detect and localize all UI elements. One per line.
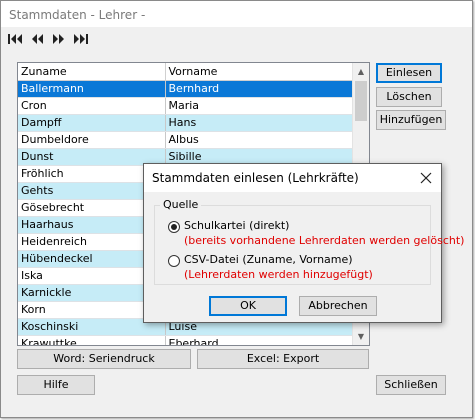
add-button[interactable]: Hinzufügen [376,110,446,130]
surname-cell: Dumbeldore [18,131,166,149]
last-record-icon[interactable] [73,31,89,47]
cancel-button[interactable]: Abbrechen [299,296,377,316]
dialog-title: Stammdaten einlesen (Lehrkräfte) [152,171,359,185]
first-record-icon[interactable] [7,31,23,47]
ok-button[interactable]: OK [209,296,287,316]
scroll-thumb[interactable] [355,81,367,121]
firstname-cell: Albus [165,131,355,149]
radio-csv-file[interactable] [168,255,180,267]
table-row[interactable]: Dumbeldore Albus [18,131,355,149]
firstname-cell: Maria [165,97,355,115]
surname-cell: Dampff [18,114,166,132]
firstname-cell: Bernhard [165,80,355,98]
option-school-register-note: (bereits vorhandene Lehrerdaten werden g… [184,234,465,247]
record-navigation [7,31,89,47]
import-dialog: Stammdaten einlesen (Lehrkräfte) Quelle … [143,163,464,323]
radio-school-register[interactable] [168,221,180,233]
surname-cell: Cron [18,97,166,115]
delete-button[interactable]: Löschen [376,87,442,107]
dialog-title-bar: Stammdaten einlesen (Lehrkräfte) [144,164,441,192]
firstname-cell: Hans [165,114,355,132]
firstname-cell: Eberhard [165,335,355,345]
column-header-surname[interactable]: Zuname [18,63,166,81]
title-bar: Stammdaten - Lehrer - [1,1,472,27]
table-row[interactable]: Dampff Hans [18,114,355,132]
excel-export-button[interactable]: Excel: Export [197,349,369,369]
previous-record-icon[interactable] [29,31,45,47]
option-csv-file-note: (Lehrerdaten werden hinzugefügt) [184,268,373,281]
scroll-up-icon[interactable]: ▲ [353,63,369,80]
help-button[interactable]: Hilfe [17,375,95,395]
surname-cell: Krawuttke [18,335,166,345]
window-title: Stammdaten - Lehrer - [9,8,146,22]
scroll-down-icon[interactable]: ▼ [353,328,369,345]
table-row[interactable]: Krawuttke Eberhard [18,335,355,345]
next-record-icon[interactable] [51,31,67,47]
close-icon[interactable] [417,169,435,187]
read-button[interactable]: Einlesen [376,63,442,83]
surname-cell: Ballermann [18,80,166,98]
column-header-firstname[interactable]: Vorname [165,63,355,81]
source-group-label: Quelle [160,198,202,211]
option-csv-file-label[interactable]: CSV-Datei (Zuname, Vorname) [184,253,353,266]
table-row[interactable]: Cron Maria [18,97,355,115]
table-row[interactable]: Ballermann Bernhard [18,80,355,98]
close-button[interactable]: Schließen [376,375,446,395]
word-serial-print-button[interactable]: Word: Seriendruck [17,349,191,369]
radio-selected-dot [171,224,177,230]
option-school-register-label[interactable]: Schulkartei (direkt) [184,219,289,232]
